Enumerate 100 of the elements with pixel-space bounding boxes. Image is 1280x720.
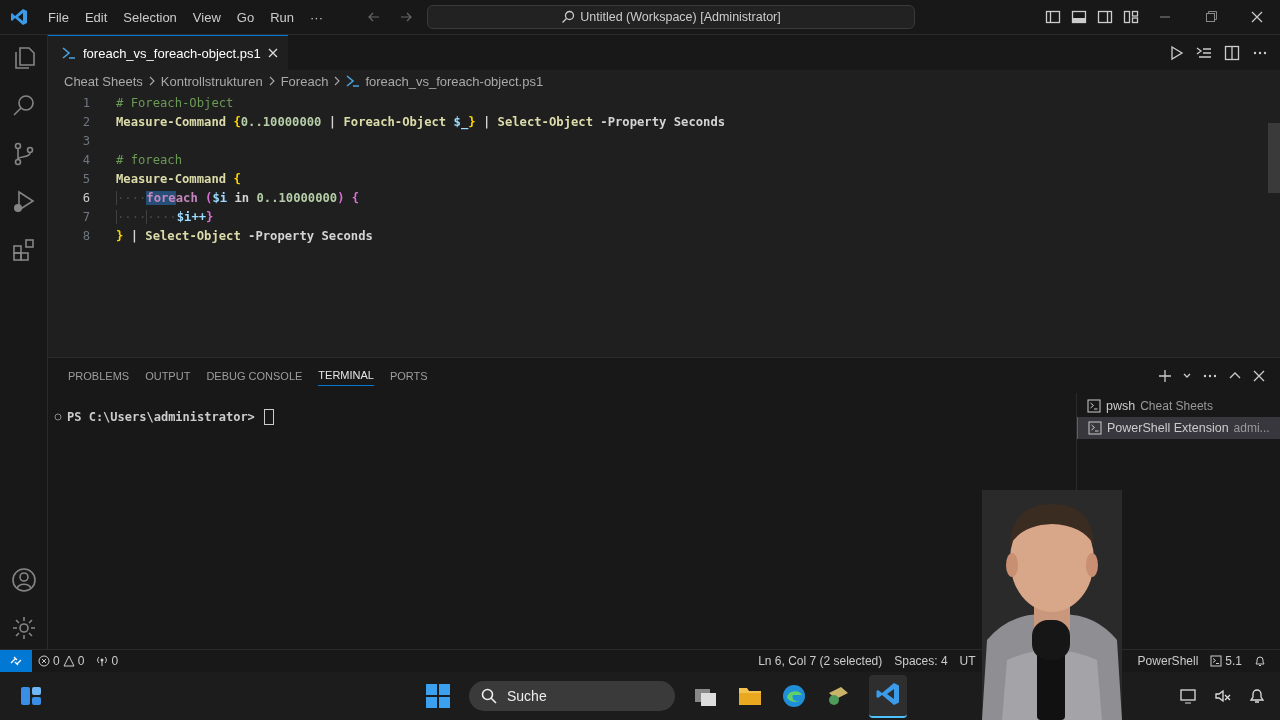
ports-status[interactable]: 0 <box>90 654 125 668</box>
terminal-icon <box>1210 655 1223 667</box>
edge-browser-icon[interactable] <box>781 683 807 709</box>
menu-item[interactable]: ··· <box>302 6 331 28</box>
split-editor-icon[interactable] <box>1224 44 1240 61</box>
back-arrow-icon[interactable] <box>367 10 381 24</box>
plus-icon[interactable] <box>1158 368 1172 383</box>
circle-icon <box>54 413 62 421</box>
remote-button[interactable] <box>0 650 32 672</box>
warning-icon <box>62 655 75 667</box>
panel-tab[interactable]: TERMINAL <box>318 365 374 386</box>
code-token: ) { <box>337 190 360 205</box>
code-token: | <box>481 114 492 129</box>
layout-icon[interactable] <box>1123 9 1139 25</box>
line-number: 7 <box>81 209 91 224</box>
scrollbar[interactable] <box>1268 123 1280 193</box>
code-token: -Property Seconds <box>248 228 373 243</box>
display-icon[interactable] <box>1180 687 1198 705</box>
code-token: fore <box>146 190 176 205</box>
breadcrumb-item[interactable]: Kontrollstrukturen <box>160 73 263 89</box>
error-icon <box>38 655 50 667</box>
code-token: { <box>233 114 241 129</box>
remote-icon <box>9 654 23 668</box>
chevron-right-icon <box>147 76 156 86</box>
bell-icon[interactable] <box>1248 687 1266 705</box>
terminal-prompt: PS C:\Users\administrator> <box>67 410 255 424</box>
line-number: 3 <box>81 133 91 148</box>
cursor-position[interactable]: Ln 6, Col 7 (2 selected) <box>752 654 889 668</box>
terminal-list-item[interactable]: pwsh Cheat Sheets <box>1077 395 1280 417</box>
line-number: 2 <box>81 114 91 129</box>
sidebar-left-icon[interactable] <box>1045 9 1061 25</box>
problems-status[interactable]: 0 0 <box>32 654 91 668</box>
code-token: # foreach <box>116 152 183 167</box>
search-icon <box>561 10 576 24</box>
panel-tab[interactable]: OUTPUT <box>145 365 191 386</box>
extensions-icon[interactable] <box>10 237 37 263</box>
code-token: 0..10000000 <box>256 190 338 205</box>
code-token: ach <box>175 190 198 205</box>
menu-item[interactable]: Edit <box>76 6 116 28</box>
panel-bottom-icon[interactable] <box>1071 9 1087 25</box>
breadcrumb-item[interactable]: foreach_vs_foreach-object.ps1 <box>365 73 544 89</box>
menu-item[interactable]: Selection <box>115 6 185 28</box>
powershell-icon <box>62 47 76 59</box>
chevron-right-icon <box>267 76 276 86</box>
breadcrumb-item[interactable]: Foreach <box>280 73 329 89</box>
account-icon[interactable] <box>10 567 37 593</box>
line-number: 6 <box>81 190 91 205</box>
menu-item[interactable]: View <box>184 6 229 28</box>
powershell-icon <box>346 75 361 87</box>
breadcrumb-item[interactable]: Cheat Sheets <box>64 73 143 89</box>
code-token: Select-Object <box>497 114 594 129</box>
panel-tab[interactable]: DEBUG CONSOLE <box>206 365 303 386</box>
language-status[interactable]: PowerShell <box>1131 654 1205 668</box>
bell-icon[interactable] <box>1254 655 1266 667</box>
panel-tab[interactable]: PROBLEMS <box>68 365 130 386</box>
code-token: Measure-Command <box>116 114 228 129</box>
editor-tab[interactable]: foreach_vs_foreach-object.ps1 <box>48 35 288 70</box>
code-token: $i <box>212 190 228 205</box>
code-token: # Foreach-Object <box>116 95 234 110</box>
code-token: Foreach-Object <box>343 114 448 129</box>
vscode-logo-icon <box>10 8 28 26</box>
broadcast-icon <box>96 655 109 667</box>
close-icon[interactable] <box>267 48 278 58</box>
run-icon[interactable] <box>1168 44 1184 61</box>
line-number: 5 <box>81 171 91 186</box>
menu-item[interactable]: Go <box>228 6 263 28</box>
panel-tab[interactable]: PORTS <box>389 365 428 386</box>
terminal-icon <box>1087 399 1101 413</box>
powershell-version[interactable]: 5.1 <box>1204 654 1248 668</box>
widgets-icon[interactable] <box>20 685 42 707</box>
terminal-cursor <box>263 409 274 425</box>
sidebar-right-icon[interactable] <box>1097 9 1113 25</box>
encoding-status[interactable]: UT <box>953 654 982 668</box>
command-center[interactable]: Untitled (Workspace) [Administrator] <box>427 5 915 29</box>
close-icon[interactable] <box>1252 368 1266 383</box>
windows-start-icon[interactable] <box>425 683 451 709</box>
code-token: Measure-Command <box>116 171 228 186</box>
code-token: | <box>129 228 140 243</box>
chevron-right-icon <box>333 76 342 86</box>
code-token: { <box>233 171 241 186</box>
line-number: 4 <box>81 152 91 167</box>
code-token: } <box>206 209 214 224</box>
vscode-logo-icon <box>875 680 901 707</box>
menu-item[interactable]: File <box>40 6 77 28</box>
terminal-list-item[interactable]: PowerShell Extension admi... <box>1077 417 1280 439</box>
code-token: $_ <box>453 114 469 129</box>
code-token: Select-Object <box>145 228 242 243</box>
indentation-status[interactable]: Spaces: 4 <box>888 654 954 668</box>
taskbar-search-field[interactable]: Suche <box>469 681 675 711</box>
muted-speaker-icon[interactable] <box>1214 687 1232 705</box>
code-token: ( <box>204 190 213 205</box>
terminal-icon <box>1088 421 1102 435</box>
code-token: $i++ <box>176 209 207 224</box>
code-token: in <box>233 190 251 205</box>
menu-item[interactable]: Run <box>262 6 302 28</box>
code-token: -Property Seconds <box>600 114 726 129</box>
vscode-taskbar-button[interactable] <box>869 674 907 718</box>
forward-arrow-icon[interactable] <box>399 10 413 24</box>
code-token: 0..10000000 <box>240 114 322 129</box>
line-number: 8 <box>81 228 91 243</box>
